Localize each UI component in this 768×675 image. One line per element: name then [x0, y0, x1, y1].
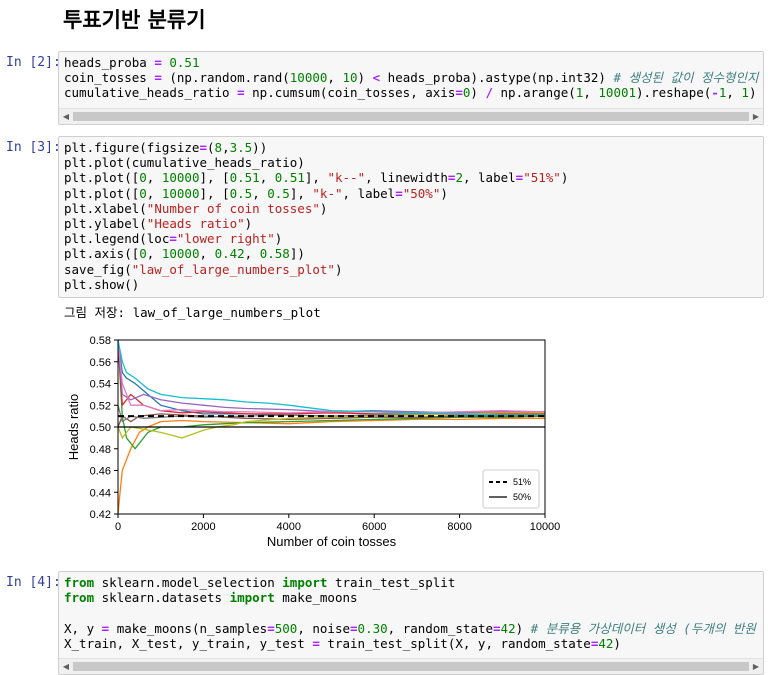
- scrollbar-thumb[interactable]: [73, 662, 749, 671]
- code-line: save_fig("law_of_large_numbers_plot"): [64, 261, 343, 277]
- heads-ratio-chart: 0 2000 4000 6000 8000 10000 0.42 0.44 0.46 0.48 0.…: [66, 335, 561, 549]
- y-tick-label: 0.58: [90, 335, 111, 347]
- code-line: plt.axis([0, 10000, 0.42, 0.58]): [64, 246, 305, 262]
- code-line: cumulative_heads_ratio = np.cumsum(coin_…: [64, 85, 757, 101]
- code-line: coin_tosses = (np.random.rand(10000, 10)…: [64, 70, 764, 86]
- code-line: plt.plot([0, 10000], [0.51, 0.51], "k--"…: [64, 170, 569, 186]
- code-cell-3-source[interactable]: plt.figure(figsize=(8,3.5)) plt.plot(cumu…: [64, 140, 568, 292]
- x-axis-label: Number of coin tosses: [267, 534, 397, 549]
- cell-3-prompt: In [3]:: [6, 140, 61, 155]
- code-line: X, y = make_moons(n_samples=500, noise=0…: [64, 620, 756, 636]
- code-line: plt.plot(cumulative_heads_ratio): [64, 155, 305, 171]
- y-tick-label: 0.46: [90, 466, 111, 478]
- code-line: plt.plot([0, 10000], [0.5, 0.5], "k-", l…: [64, 185, 448, 201]
- y-tick-label: 0.50: [90, 422, 111, 434]
- code-line: from sklearn.model_selection import trai…: [64, 575, 456, 590]
- legend-label: 50%: [513, 492, 531, 502]
- code-line: plt.figure(figsize=(8,3.5)): [64, 140, 268, 155]
- scroll-left-icon[interactable]: ◀: [59, 659, 73, 674]
- code-line: from sklearn.datasets import make_moons: [64, 590, 358, 606]
- code-cell-3[interactable]: plt.figure(figsize=(8,3.5)) plt.plot(cumu…: [58, 136, 764, 298]
- y-tick-label: 0.42: [90, 509, 111, 521]
- x-tick-label: 0: [115, 521, 121, 533]
- x-tick-label: 10000: [530, 521, 561, 533]
- scroll-right-icon[interactable]: ▶: [749, 659, 763, 674]
- y-tick-label: 0.52: [90, 400, 111, 412]
- x-tick-label: 2000: [191, 521, 215, 533]
- scroll-right-icon[interactable]: ▶: [749, 109, 763, 124]
- horizontal-scrollbar[interactable]: ◀ ▶: [59, 108, 763, 124]
- code-cell-4[interactable]: from sklearn.model_selection import trai…: [58, 571, 764, 675]
- code-line: plt.ylabel("Heads ratio"): [64, 216, 253, 232]
- legend-label: 51%: [513, 477, 531, 487]
- horizontal-scrollbar[interactable]: ◀ ▶: [59, 658, 763, 674]
- code-line: plt.legend(loc="lower right"): [64, 231, 283, 247]
- code-cell-2-source[interactable]: heads_proba = 0.51 coin_tosses = (np.rand…: [64, 55, 764, 101]
- code-line: plt.show(): [64, 276, 140, 292]
- code-cell-4-source[interactable]: from sklearn.model_selection import trai…: [64, 575, 756, 651]
- x-tick-label: 4000: [277, 521, 301, 533]
- cell-2-prompt: In [2]:: [6, 55, 61, 70]
- page-heading: 투표기반 분류기: [63, 8, 206, 32]
- x-tick-label: 8000: [447, 521, 471, 533]
- x-tick-label: 6000: [362, 521, 386, 533]
- y-tick-label: 0.44: [90, 487, 111, 499]
- scroll-left-icon[interactable]: ◀: [59, 109, 73, 124]
- code-line: plt.xlabel("Number of coin tosses"): [64, 200, 328, 216]
- code-cell-2[interactable]: heads_proba = 0.51 coin_tosses = (np.rand…: [58, 51, 764, 125]
- y-tick-label: 0.48: [90, 444, 111, 456]
- scrollbar-thumb[interactable]: [73, 112, 749, 121]
- code-line: X_train, X_test, y_train, y_test = train…: [64, 635, 621, 651]
- y-tick-label: 0.56: [90, 357, 111, 369]
- cell-4-prompt: In [4]:: [6, 575, 61, 590]
- cell-3-output-text: 그림 저장: law_of_large_numbers_plot: [64, 305, 321, 320]
- legend-box: [482, 469, 540, 509]
- y-tick-label: 0.54: [90, 379, 111, 391]
- y-axis-label: Heads ratio: [66, 394, 81, 460]
- code-line: heads_proba = 0.51: [64, 55, 200, 70]
